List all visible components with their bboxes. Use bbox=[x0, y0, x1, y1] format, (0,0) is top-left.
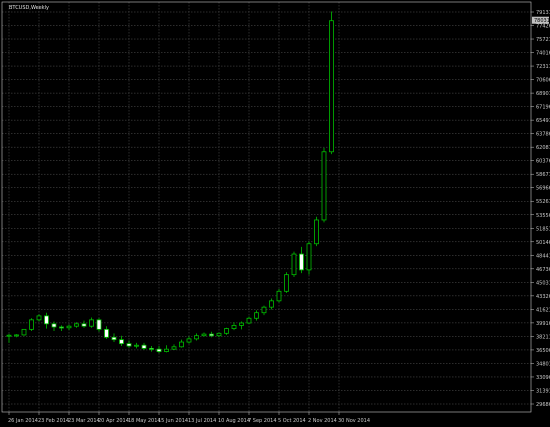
candle-body bbox=[126, 343, 132, 347]
candle-body bbox=[44, 315, 49, 325]
y-axis-label: 65491 bbox=[536, 118, 550, 124]
y-axis-label: 58671 bbox=[536, 172, 550, 178]
candle-body bbox=[111, 336, 117, 341]
chart-window[interactable]: 79131 77426 75721 74016 72311 70606 68901 67196… bbox=[0, 0, 550, 427]
y-axis-label: 56966 bbox=[536, 186, 550, 192]
x-axis-label: 7 Sep 2014 bbox=[248, 418, 277, 424]
candle-body bbox=[179, 341, 184, 348]
candle-body bbox=[141, 344, 147, 349]
y-axis-label: 29686 bbox=[536, 402, 550, 408]
y-axis-label: 72311 bbox=[536, 64, 550, 70]
candle-body bbox=[104, 328, 109, 338]
symbol-label: BTCUSD,Weekly bbox=[9, 5, 49, 11]
y-axis-label: 55261 bbox=[536, 199, 550, 205]
candle-body bbox=[224, 328, 229, 334]
x-axis-label: 2 Nov 2014 bbox=[308, 418, 337, 424]
x-axis-label: 18 May 2014 bbox=[128, 418, 161, 424]
candle-body bbox=[216, 332, 222, 337]
y-axis-label: 79131 bbox=[536, 10, 550, 16]
x-axis-label: 30 Nov 2014 bbox=[338, 418, 370, 424]
candle-body bbox=[201, 333, 207, 337]
y-axis-label: 46736 bbox=[536, 267, 550, 273]
candle-body bbox=[306, 243, 312, 271]
candle-body bbox=[156, 348, 162, 352]
current-price-label: 78031 bbox=[534, 18, 550, 24]
candle-body bbox=[59, 326, 64, 329]
candle-body bbox=[29, 319, 34, 330]
candle-body bbox=[186, 338, 192, 343]
candle-body bbox=[314, 219, 319, 245]
y-axis-label: 41621 bbox=[536, 307, 550, 313]
candle-body bbox=[246, 317, 252, 324]
candle-body bbox=[81, 323, 87, 327]
y-axis-label: 77426 bbox=[536, 24, 550, 30]
candle-body bbox=[6, 334, 12, 337]
chart-background bbox=[0, 0, 550, 427]
y-axis-label: 51851 bbox=[536, 226, 550, 232]
y-axis-label: 36506 bbox=[536, 348, 550, 354]
y-axis-label: 63786 bbox=[536, 132, 550, 138]
y-axis-label: 70606 bbox=[536, 78, 550, 84]
price-chart[interactable]: 79131 77426 75721 74016 72311 70606 68901 67196… bbox=[0, 0, 550, 427]
candle-body bbox=[209, 333, 214, 337]
candle-body bbox=[194, 335, 199, 340]
y-axis-label: 43326 bbox=[536, 294, 550, 300]
x-axis-label: 23 Mar 2014 bbox=[68, 418, 100, 424]
y-axis-label: 50146 bbox=[536, 240, 550, 246]
y-axis-label: 31391 bbox=[536, 388, 550, 394]
y-axis-label: 48441 bbox=[536, 253, 550, 259]
candle-body bbox=[231, 325, 237, 329]
x-axis-label: 15 Jun 2014 bbox=[158, 418, 188, 424]
y-axis-label: 62081 bbox=[536, 145, 550, 151]
y-axis-label: 33096 bbox=[536, 375, 550, 381]
x-axis-label: 13 Jul 2014 bbox=[188, 418, 216, 424]
candle-body bbox=[329, 20, 334, 153]
x-axis-label: 23 Feb 2014 bbox=[38, 418, 69, 424]
x-axis-label: 20 Apr 2014 bbox=[98, 418, 129, 424]
candle-body bbox=[51, 323, 57, 328]
candle-body bbox=[261, 306, 267, 314]
candle-body bbox=[276, 290, 282, 302]
candle-body bbox=[254, 312, 259, 319]
y-axis-label: 68901 bbox=[536, 91, 550, 97]
y-axis-label: 39916 bbox=[536, 321, 550, 327]
candle-body bbox=[66, 325, 72, 329]
y-axis-label: 74016 bbox=[536, 51, 550, 57]
candle-body bbox=[321, 151, 327, 221]
x-axis-label: 5 Oct 2014 bbox=[278, 418, 306, 424]
y-axis-label: 60376 bbox=[536, 159, 550, 165]
candle-body bbox=[21, 328, 27, 336]
candle-body bbox=[164, 348, 169, 352]
candle-body bbox=[14, 334, 19, 337]
candle-body bbox=[284, 274, 289, 292]
candle-body bbox=[239, 322, 244, 326]
candle-body bbox=[171, 346, 177, 350]
x-axis-label: 10 Aug 2014 bbox=[218, 418, 250, 424]
candle-body bbox=[119, 339, 124, 345]
y-axis-label: 45031 bbox=[536, 280, 550, 286]
candle-body bbox=[134, 344, 139, 347]
candle-body bbox=[291, 253, 297, 276]
y-axis-label: 75721 bbox=[536, 37, 550, 43]
y-axis-label: 38211 bbox=[536, 334, 550, 340]
candle-body bbox=[74, 323, 79, 327]
candle-body bbox=[149, 347, 154, 350]
candle-body bbox=[299, 253, 304, 271]
candle-body bbox=[36, 315, 42, 321]
x-axis-label: 26 Jan 2014 bbox=[8, 418, 38, 424]
candle-body bbox=[89, 319, 94, 327]
y-axis-label: 67196 bbox=[536, 105, 550, 111]
candle-body bbox=[269, 300, 274, 308]
y-axis-label: 53556 bbox=[536, 213, 550, 219]
y-axis-label: 34801 bbox=[536, 361, 550, 367]
candle-body bbox=[96, 319, 102, 330]
